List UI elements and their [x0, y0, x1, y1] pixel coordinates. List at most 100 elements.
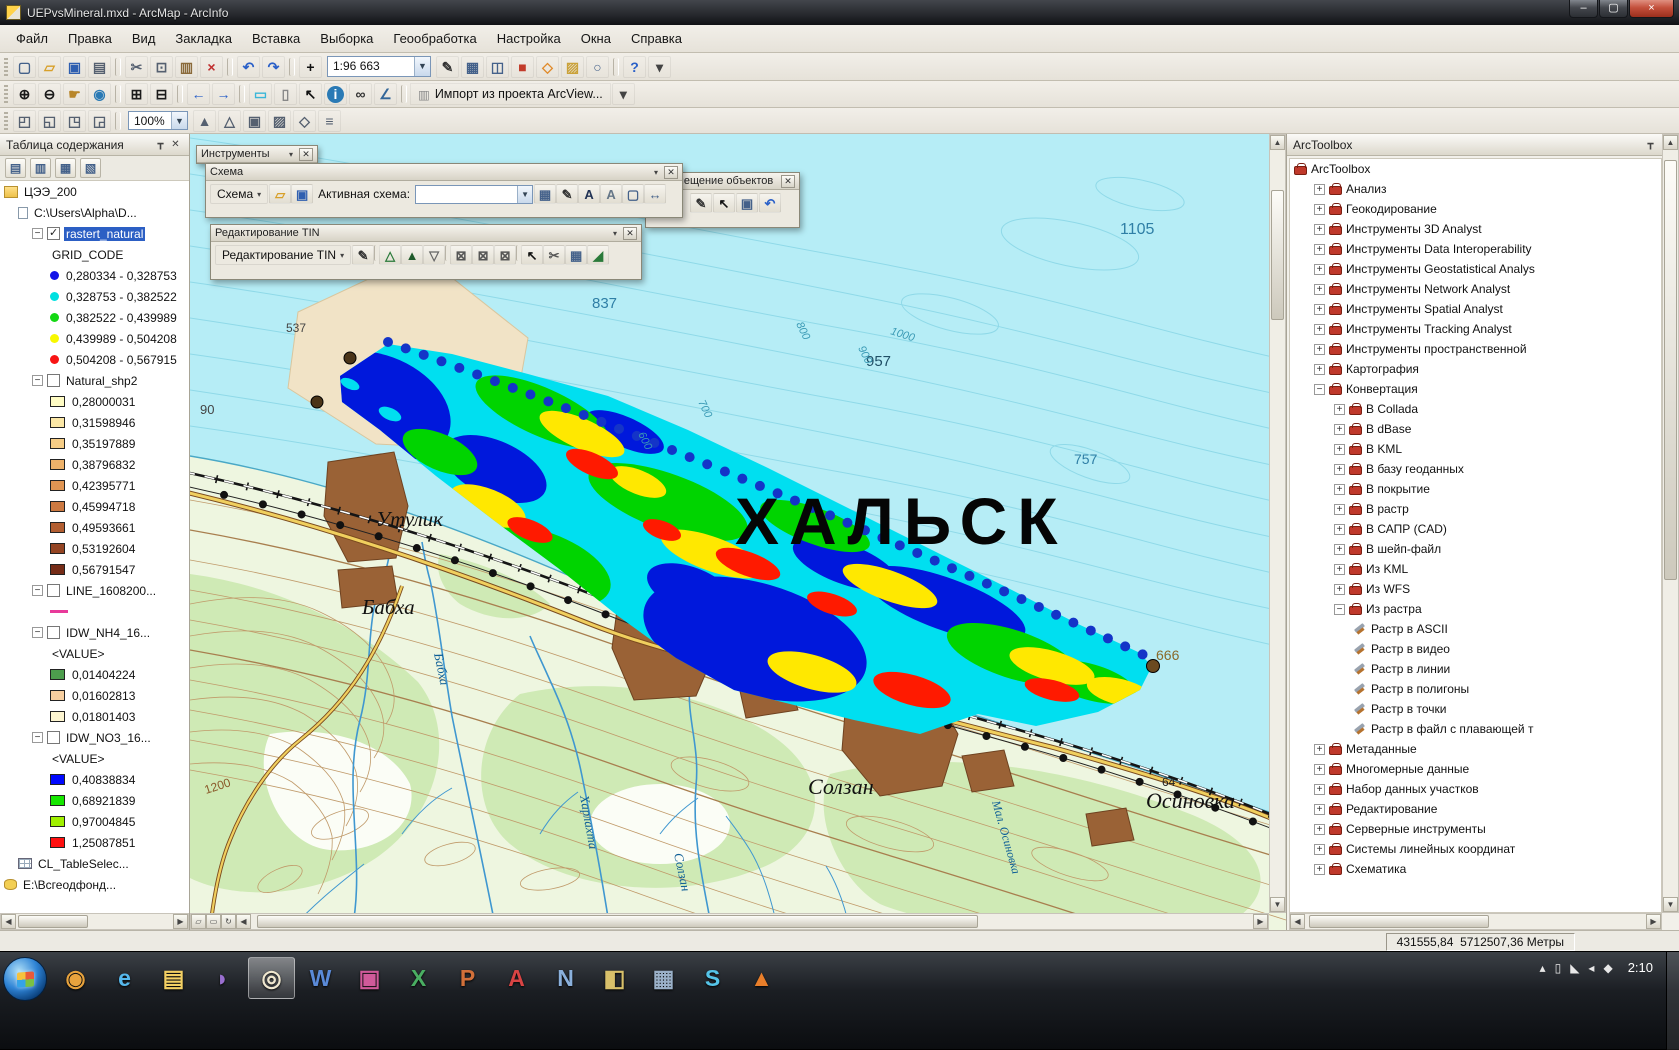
tree-expander[interactable]: +: [1314, 364, 1325, 375]
toolbox-tree-item[interactable]: + В растр: [1290, 499, 1661, 519]
tree-expander[interactable]: +: [1314, 744, 1325, 755]
toolbox-tree-item[interactable]: + В базу геоданных: [1290, 459, 1661, 479]
tree-expander[interactable]: +: [1314, 184, 1325, 195]
tree-expander[interactable]: +: [1334, 584, 1345, 595]
find-icon[interactable]: ∞: [349, 83, 372, 105]
menu-item[interactable]: Вид: [122, 26, 166, 52]
toc-tree-row[interactable]: 0,504208 - 0,567915: [0, 349, 189, 370]
toolbox-tree-item[interactable]: + Редактирование: [1290, 799, 1661, 819]
taskbar-vlc-icon[interactable]: ▲: [738, 957, 785, 999]
taskbar-photo-icon[interactable]: ▣: [346, 957, 393, 999]
tin-editing-floating-window[interactable]: Редактирование TIN ▾ ✕ Редактирование TI…: [210, 224, 642, 280]
menu-item[interactable]: Окна: [571, 26, 621, 52]
layer-down-icon[interactable]: △: [218, 110, 241, 132]
tree-expander[interactable]: +: [1314, 864, 1325, 875]
schema-frame-icon[interactable]: ▢: [622, 184, 644, 204]
tree-expander[interactable]: +: [1334, 464, 1345, 475]
scroll-right-arrow[interactable]: ▶: [1253, 914, 1268, 929]
new-map-button[interactable]: ▢: [13, 56, 36, 78]
separator[interactable]: [227, 58, 233, 76]
tin-add-triangle-icon[interactable]: ▲: [401, 245, 423, 265]
tree-expander[interactable]: +: [1314, 284, 1325, 295]
taskbar-excel-icon[interactable]: X: [395, 957, 442, 999]
tools-floating-window[interactable]: Инструменты ▾ ✕: [196, 145, 318, 164]
tree-expander[interactable]: +: [1314, 804, 1325, 815]
close-button[interactable]: ×: [1629, 0, 1674, 18]
toolbox-tree-item[interactable]: + В покрытие: [1290, 479, 1661, 499]
toc-tree-row[interactable]: <VALUE>: [0, 748, 189, 769]
tree-expander[interactable]: −: [1334, 604, 1345, 615]
separator[interactable]: [239, 85, 245, 103]
toc-tree-row[interactable]: 0,328753 - 0,382522: [0, 286, 189, 307]
tree-expander[interactable]: +: [1314, 264, 1325, 275]
toc-tree-row[interactable]: 0,01801403: [0, 706, 189, 727]
toolbox-tree-item[interactable]: + Инструменты Spatial Analyst: [1290, 299, 1661, 319]
scroll-up-arrow[interactable]: ▲: [1270, 135, 1285, 150]
tree-expander[interactable]: +: [1314, 824, 1325, 835]
toc-tree-row[interactable]: 0,01404224: [0, 664, 189, 685]
close-icon[interactable]: ✕: [623, 227, 637, 240]
fixed-zoom-in-icon[interactable]: ⊞: [125, 83, 148, 105]
toolbox-tree-item[interactable]: Растр в точки: [1290, 699, 1661, 719]
tin-flip-icon[interactable]: ▽: [423, 245, 445, 265]
tree-expander[interactable]: +: [1314, 244, 1325, 255]
forward-extent-icon[interactable]: →: [212, 83, 235, 105]
chevron-down-icon[interactable]: ▼: [171, 112, 187, 129]
menu-item[interactable]: Геообработка: [383, 26, 486, 52]
tools-window-titlebar[interactable]: Инструменты ▾ ✕: [197, 146, 317, 163]
toc-tree-row[interactable]: − IDW_NO3_16...: [0, 727, 189, 748]
layout-view-button[interactable]: ◫: [486, 56, 509, 78]
separator[interactable]: [401, 85, 407, 103]
tin-window-titlebar[interactable]: Редактирование TIN ▾ ✕: [211, 225, 641, 242]
minimize-button[interactable]: –: [1569, 0, 1598, 18]
chevron-down-icon[interactable]: ▾: [650, 168, 662, 177]
close-icon[interactable]: ✕: [299, 148, 313, 161]
toc-tree-row[interactable]: 0,439989 - 0,504208: [0, 328, 189, 349]
scale-combobox[interactable]: 1:96 663 ▼: [327, 56, 431, 77]
toolbox-tree-item[interactable]: + Из WFS: [1290, 579, 1661, 599]
toc-tree-row[interactable]: 0,45994718: [0, 496, 189, 517]
toolbox-tree-item[interactable]: + Многомерные данные: [1290, 759, 1661, 779]
list-by-visibility-button[interactable]: ▦: [55, 158, 76, 178]
tray-network-icon[interactable]: ◣: [1570, 961, 1579, 975]
tin-select-icon[interactable]: ↖: [521, 245, 543, 265]
toolbox-tree-item[interactable]: − Из растра: [1290, 599, 1661, 619]
copy-button[interactable]: ⊡: [150, 56, 173, 78]
taskbar-explorer-icon[interactable]: ▤: [150, 957, 197, 999]
toolbox-tree-item[interactable]: + Инструменты Data Interoperability: [1290, 239, 1661, 259]
toolbar-options-chevron[interactable]: ▾: [648, 56, 671, 78]
tree-expander[interactable]: +: [1334, 544, 1345, 555]
toc-tree-row[interactable]: <VALUE>: [0, 643, 189, 664]
pin-icon[interactable]: ┳: [1643, 137, 1658, 152]
schema-extent-icon[interactable]: ↔: [644, 184, 666, 204]
tray-volume-icon[interactable]: ◂: [1588, 961, 1594, 975]
tin-delete-edge-icon[interactable]: ⊠: [472, 245, 494, 265]
toc-tree-row[interactable]: 0,53192604: [0, 538, 189, 559]
transparency-combobox[interactable]: 100% ▼: [128, 111, 188, 130]
toolbox-tree-item[interactable]: Растр в видео: [1290, 639, 1661, 659]
select-features-icon[interactable]: ▭: [249, 83, 272, 105]
toolbox-tree-item[interactable]: + Инструменты 3D Analyst: [1290, 219, 1661, 239]
tin-cut-icon[interactable]: ✂: [543, 245, 565, 265]
separator[interactable]: [115, 85, 121, 103]
separator[interactable]: [613, 58, 619, 76]
chevron-down-icon[interactable]: ▼: [517, 186, 532, 203]
scroll-thumb[interactable]: [1271, 190, 1284, 320]
zoom-out-icon[interactable]: ⊖: [38, 83, 61, 105]
tree-expander[interactable]: −: [32, 732, 43, 743]
menu-item[interactable]: Файл: [6, 26, 58, 52]
toc-tree-row[interactable]: 0,31598946: [0, 412, 189, 433]
layer-checkbox[interactable]: [47, 584, 60, 597]
toolbox-tree-item[interactable]: + Из KML: [1290, 559, 1661, 579]
list-by-source-button[interactable]: ▥: [30, 158, 51, 178]
cut-button[interactable]: ✂: [125, 56, 148, 78]
schema-grid-icon[interactable]: ▦: [534, 184, 556, 204]
show-desktop-button[interactable]: [1666, 952, 1679, 1050]
toc-tree-row[interactable]: 0,49593661: [0, 517, 189, 538]
scroll-thumb[interactable]: [18, 915, 88, 928]
fixed-zoom-out-icon[interactable]: ⊟: [150, 83, 173, 105]
tray-shield-icon[interactable]: ▯: [1555, 961, 1562, 975]
scroll-down-arrow[interactable]: ▼: [1663, 897, 1678, 912]
schema-save-icon[interactable]: ▣: [291, 184, 313, 204]
toolbar-grip[interactable]: [4, 112, 8, 130]
